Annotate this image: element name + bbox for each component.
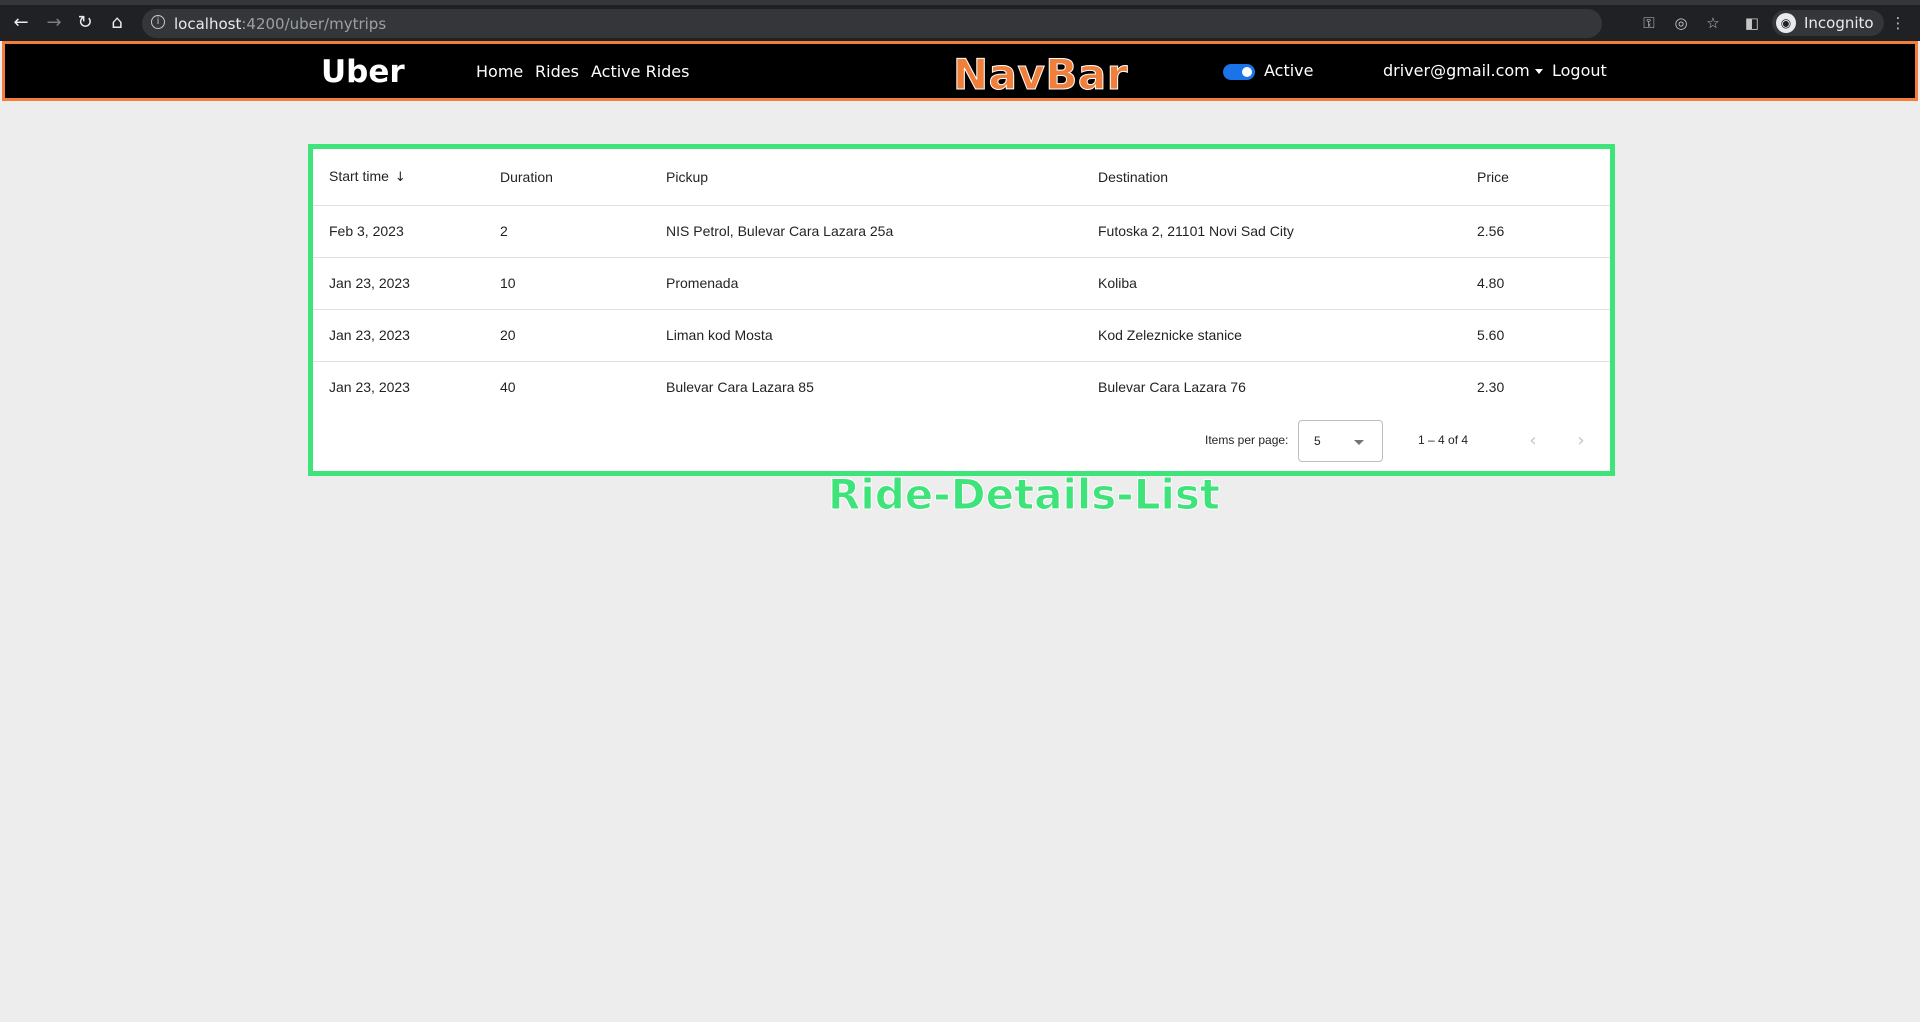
cell-price: 2.56 [1477, 205, 1610, 258]
active-label: Active [1264, 61, 1314, 80]
page-size-select[interactable]: 5 [1298, 420, 1383, 462]
navbar: Uber Home Rides Active Rides NavBar Acti… [2, 41, 1918, 101]
brand-logo[interactable]: Uber [321, 54, 405, 90]
items-per-page-label: Items per page: [1205, 433, 1289, 447]
table-row[interactable]: Jan 23, 2023 10 Promenada Koliba 4.80 [313, 257, 1610, 310]
bookmark-star-icon[interactable]: ☆ [1701, 11, 1725, 35]
header-start-time[interactable]: Start time ↓ [313, 149, 500, 206]
cell-price: 2.30 [1477, 379, 1505, 396]
side-panel-icon[interactable]: ◧ [1740, 11, 1764, 35]
user-email: driver@gmail.com [1383, 61, 1530, 80]
navbar-annotation: NavBar [953, 50, 1128, 100]
sort-arrow-down-icon: ↓ [394, 170, 406, 186]
cell-duration: 2 [500, 205, 666, 258]
dropdown-arrow-icon [1354, 440, 1364, 445]
cell-pickup: Promenada [666, 257, 1098, 310]
site-info-icon[interactable]: i [151, 15, 165, 29]
cell-duration: 40 [500, 379, 516, 396]
logout-link[interactable]: Logout [1552, 61, 1607, 80]
password-key-icon[interactable]: ⚿ [1637, 11, 1661, 35]
page-size-value: 5 [1314, 434, 1321, 448]
header-price: Price [1477, 149, 1610, 206]
url-text[interactable]: localhost:4200/uber/mytrips [174, 15, 386, 33]
incognito-icon: ◉ [1776, 13, 1796, 33]
home-icon[interactable]: ⌂ [105, 11, 129, 35]
browser-toolbar: ← → ↻ ⌂ i localhost:4200/uber/mytrips ⚿ … [0, 0, 1920, 41]
cell-pickup: NIS Petrol, Bulevar Cara Lazara 25a [666, 205, 1098, 258]
table-row[interactable]: Feb 3, 2023 2 NIS Petrol, Bulevar Cara L… [313, 205, 1610, 258]
cell-destination: Futoska 2, 21101 Novi Sad City [1098, 205, 1477, 258]
table-row[interactable]: Jan 23, 2023 40 Bulevar Cara Lazara 85 B… [313, 361, 1610, 413]
forward-icon[interactable]: → [42, 11, 66, 35]
cell-pickup: Bulevar Cara Lazara 85 [666, 379, 814, 396]
header-duration: Duration [500, 149, 666, 206]
cell-destination: Kod Zeleznicke stanice [1098, 309, 1477, 362]
next-page-icon[interactable]: › [1565, 425, 1597, 457]
cell-start-time: Jan 23, 2023 [313, 309, 500, 362]
cell-duration: 10 [500, 257, 666, 310]
cell-pickup: Liman kod Mosta [666, 309, 1098, 362]
address-bar[interactable]: i localhost:4200/uber/mytrips [142, 9, 1602, 38]
header-destination: Destination [1098, 149, 1477, 206]
incognito-indicator[interactable]: ◉ Incognito [1772, 10, 1884, 36]
browser-menu-icon[interactable]: ⋮ [1886, 11, 1910, 35]
nav-link-home[interactable]: Home [476, 62, 523, 81]
header-pickup: Pickup [666, 149, 1098, 206]
cell-price: 4.80 [1477, 257, 1610, 310]
page-range-label: 1 – 4 of 4 [1418, 433, 1469, 447]
cell-start-time: Jan 23, 2023 [329, 379, 410, 396]
back-icon[interactable]: ← [9, 11, 33, 35]
nav-link-active-rides[interactable]: Active Rides [591, 62, 689, 81]
user-dropdown[interactable]: driver@gmail.com [1383, 61, 1543, 80]
table-row[interactable]: Jan 23, 2023 20 Liman kod Mosta Kod Zele… [313, 309, 1610, 362]
paginator: Items per page: 5 1 – 4 of 4 ‹ › [313, 415, 1610, 471]
cell-start-time: Jan 23, 2023 [313, 257, 500, 310]
ride-list-annotation: Ride-Details-List [828, 470, 1221, 520]
incognito-label: Incognito [1804, 14, 1874, 32]
rides-table: Start time ↓ Duration Pickup Destination … [313, 149, 1610, 413]
previous-page-icon[interactable]: ‹ [1517, 425, 1549, 457]
active-toggle[interactable] [1223, 64, 1255, 80]
cell-price: 5.60 [1477, 309, 1610, 362]
cell-destination: Bulevar Cara Lazara 76 [1098, 379, 1246, 396]
ride-details-list: Start time ↓ Duration Pickup Destination … [308, 144, 1615, 476]
reload-icon[interactable]: ↻ [73, 11, 97, 35]
nav-link-rides[interactable]: Rides [535, 62, 579, 81]
cell-destination: Koliba [1098, 257, 1477, 310]
cell-duration: 20 [500, 309, 666, 362]
cell-start-time: Feb 3, 2023 [313, 205, 500, 258]
tracking-blocked-icon[interactable]: ◎ [1669, 11, 1693, 35]
caret-down-icon [1534, 69, 1543, 74]
